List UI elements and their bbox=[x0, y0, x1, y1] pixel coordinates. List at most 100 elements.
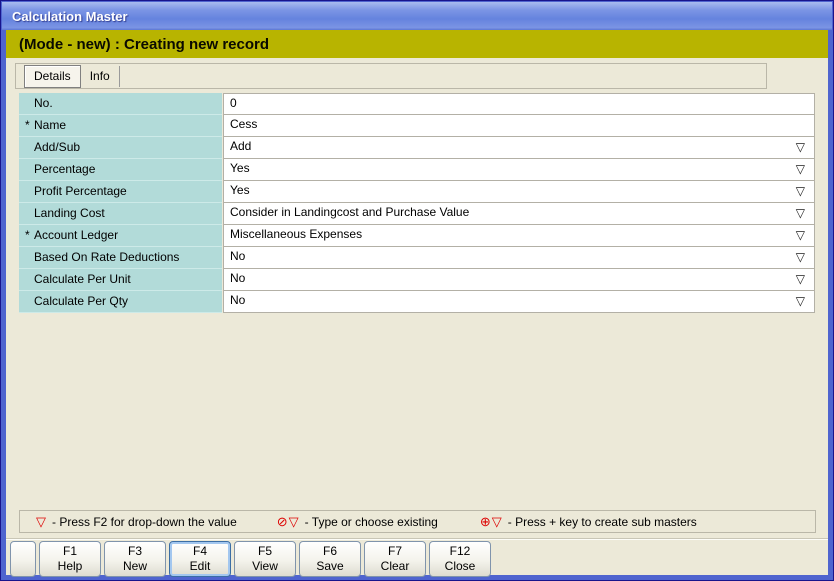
field-label: *Account Ledger bbox=[19, 225, 222, 247]
field-label-text: Account Ledger bbox=[34, 228, 118, 242]
required-marker: * bbox=[25, 115, 34, 136]
legend-text: - Press + key to create sub masters bbox=[508, 515, 697, 529]
tab-strip: Details Info bbox=[15, 63, 767, 89]
field-label-text: Based On Rate Deductions bbox=[34, 250, 179, 264]
legend-text: - Press F2 for drop-down the value bbox=[52, 515, 237, 529]
calculation-form: No. 0 *Name Cess Add/Sub Add▽ Percentage… bbox=[19, 93, 815, 313]
fn-label: Edit bbox=[190, 559, 211, 574]
dropdown-arrow-icon[interactable]: ▽ bbox=[796, 269, 805, 289]
field-label-text: Landing Cost bbox=[34, 206, 105, 220]
dropdown-arrow-icon[interactable]: ▽ bbox=[796, 225, 805, 245]
window-title: Calculation Master bbox=[2, 9, 128, 24]
field-label-text: Percentage bbox=[34, 162, 95, 176]
field-label: Add/Sub bbox=[19, 137, 222, 159]
fn-key: F4 bbox=[193, 544, 207, 559]
dropdown-arrow-icon[interactable]: ▽ bbox=[796, 247, 805, 267]
field-label: Profit Percentage bbox=[19, 181, 222, 203]
clear-button[interactable]: F7 Clear bbox=[364, 541, 426, 577]
calculate-per-qty-field[interactable]: No ▽ bbox=[223, 290, 815, 313]
account-ledger-field[interactable]: Miscellaneous Expenses ▽ bbox=[223, 224, 815, 247]
fn-label: View bbox=[252, 559, 278, 574]
form-row-name: *Name Cess bbox=[19, 115, 815, 137]
calculate-per-unit-field[interactable]: No ▽ bbox=[223, 268, 815, 291]
fn-key: F6 bbox=[323, 544, 337, 559]
fn-label: Help bbox=[58, 559, 83, 574]
required-marker: * bbox=[25, 225, 34, 246]
edit-button[interactable]: F4 Edit bbox=[169, 541, 231, 577]
field-label: No. bbox=[19, 93, 222, 115]
type-or-choose-symbol-icon: ⊘▽ bbox=[277, 514, 300, 530]
field-label-text: Name bbox=[34, 118, 66, 132]
legend-item-type-or-choose: ⊘▽ - Type or choose existing bbox=[277, 514, 438, 530]
field-label: Percentage bbox=[19, 159, 222, 181]
based-on-rate-deductions-field[interactable]: No ▽ bbox=[223, 246, 815, 269]
legend-bar: ▽ - Press F2 for drop-down the value ⊘▽ … bbox=[19, 510, 816, 533]
field-value: Yes bbox=[230, 183, 250, 197]
close-button[interactable]: F12 Close bbox=[429, 541, 491, 577]
percentage-field[interactable]: Yes ▽ bbox=[223, 158, 815, 181]
dropdown-arrow-icon[interactable]: ▽ bbox=[796, 137, 805, 157]
legend-item-dropdown: ▽ - Press F2 for drop-down the value bbox=[36, 514, 237, 530]
field-value: No bbox=[230, 271, 245, 285]
field-value: No bbox=[230, 293, 245, 307]
blank-button[interactable] bbox=[10, 541, 36, 577]
window-titlebar: Calculation Master bbox=[2, 2, 832, 30]
fn-key: F12 bbox=[450, 544, 471, 559]
view-button[interactable]: F5 View bbox=[234, 541, 296, 577]
mode-header-bar: (Mode - new) : Creating new record bbox=[6, 30, 828, 58]
calculation-master-window: Calculation Master (Mode - new) : Creati… bbox=[0, 0, 834, 581]
landing-cost-field[interactable]: Consider in Landingcost and Purchase Val… bbox=[223, 202, 815, 225]
form-row-add-sub: Add/Sub Add ▽ bbox=[19, 137, 815, 159]
field-label: Calculate Per Unit bbox=[19, 269, 222, 291]
field-label: Landing Cost bbox=[19, 203, 222, 225]
field-value: Add bbox=[230, 139, 251, 153]
fn-key: F1 bbox=[63, 544, 77, 559]
field-value: 0 bbox=[230, 96, 237, 110]
dropdown-arrow-icon[interactable]: ▽ bbox=[796, 181, 805, 201]
field-label-text: Calculate Per Qty bbox=[34, 294, 128, 308]
fn-key: F5 bbox=[258, 544, 272, 559]
form-row-calculate-per-qty: Calculate Per Qty No ▽ bbox=[19, 291, 815, 313]
content-area: Details Info No. 0 *Name Cess Add/Sub Ad… bbox=[6, 58, 828, 575]
function-key-toolbar: F1 Help F3 New F4 Edit F5 View F6 Save F… bbox=[6, 539, 828, 577]
tab-info[interactable]: Info bbox=[81, 66, 120, 87]
fn-label: Clear bbox=[381, 559, 410, 574]
fn-label: Close bbox=[445, 559, 476, 574]
legend-item-sub-masters: ⊕▽ - Press + key to create sub masters bbox=[480, 514, 697, 530]
field-label: Calculate Per Qty bbox=[19, 291, 222, 313]
field-label-text: Profit Percentage bbox=[34, 184, 127, 198]
name-field[interactable]: Cess bbox=[223, 114, 815, 137]
field-label-text: Calculate Per Unit bbox=[34, 272, 131, 286]
dropdown-arrow-icon[interactable]: ▽ bbox=[796, 159, 805, 179]
form-row-calculate-per-unit: Calculate Per Unit No ▽ bbox=[19, 269, 815, 291]
add-sub-field[interactable]: Add ▽ bbox=[223, 136, 815, 159]
no-field[interactable]: 0 bbox=[223, 93, 815, 115]
field-value: Consider in Landingcost and Purchase Val… bbox=[230, 205, 469, 219]
save-button[interactable]: F6 Save bbox=[299, 541, 361, 577]
profit-percentage-field[interactable]: Yes ▽ bbox=[223, 180, 815, 203]
fn-label: Save bbox=[316, 559, 343, 574]
form-row-account-ledger: *Account Ledger Miscellaneous Expenses ▽ bbox=[19, 225, 815, 247]
dropdown-arrow-icon[interactable]: ▽ bbox=[796, 291, 805, 311]
tab-details[interactable]: Details bbox=[24, 65, 81, 88]
form-row-profit-percentage: Profit Percentage Yes ▽ bbox=[19, 181, 815, 203]
field-label: Based On Rate Deductions bbox=[19, 247, 222, 269]
field-label-text: Add/Sub bbox=[34, 140, 80, 154]
field-value: No bbox=[230, 249, 245, 263]
fn-key: F7 bbox=[388, 544, 402, 559]
fn-key: F3 bbox=[128, 544, 142, 559]
fn-label: New bbox=[123, 559, 147, 574]
form-row-no: No. 0 bbox=[19, 93, 815, 115]
dropdown-symbol-icon: ▽ bbox=[36, 514, 47, 530]
form-row-percentage: Percentage Yes ▽ bbox=[19, 159, 815, 181]
new-button[interactable]: F3 New bbox=[104, 541, 166, 577]
dropdown-arrow-icon[interactable]: ▽ bbox=[796, 203, 805, 223]
help-button[interactable]: F1 Help bbox=[39, 541, 101, 577]
field-value: Yes bbox=[230, 161, 250, 175]
field-label: *Name bbox=[19, 115, 222, 137]
field-value: Cess bbox=[230, 117, 257, 131]
legend-text: - Type or choose existing bbox=[305, 515, 438, 529]
form-row-based-on-rate-deductions: Based On Rate Deductions No ▽ bbox=[19, 247, 815, 269]
mode-status-text: (Mode - new) : Creating new record bbox=[6, 36, 269, 53]
field-value: Miscellaneous Expenses bbox=[230, 227, 362, 241]
